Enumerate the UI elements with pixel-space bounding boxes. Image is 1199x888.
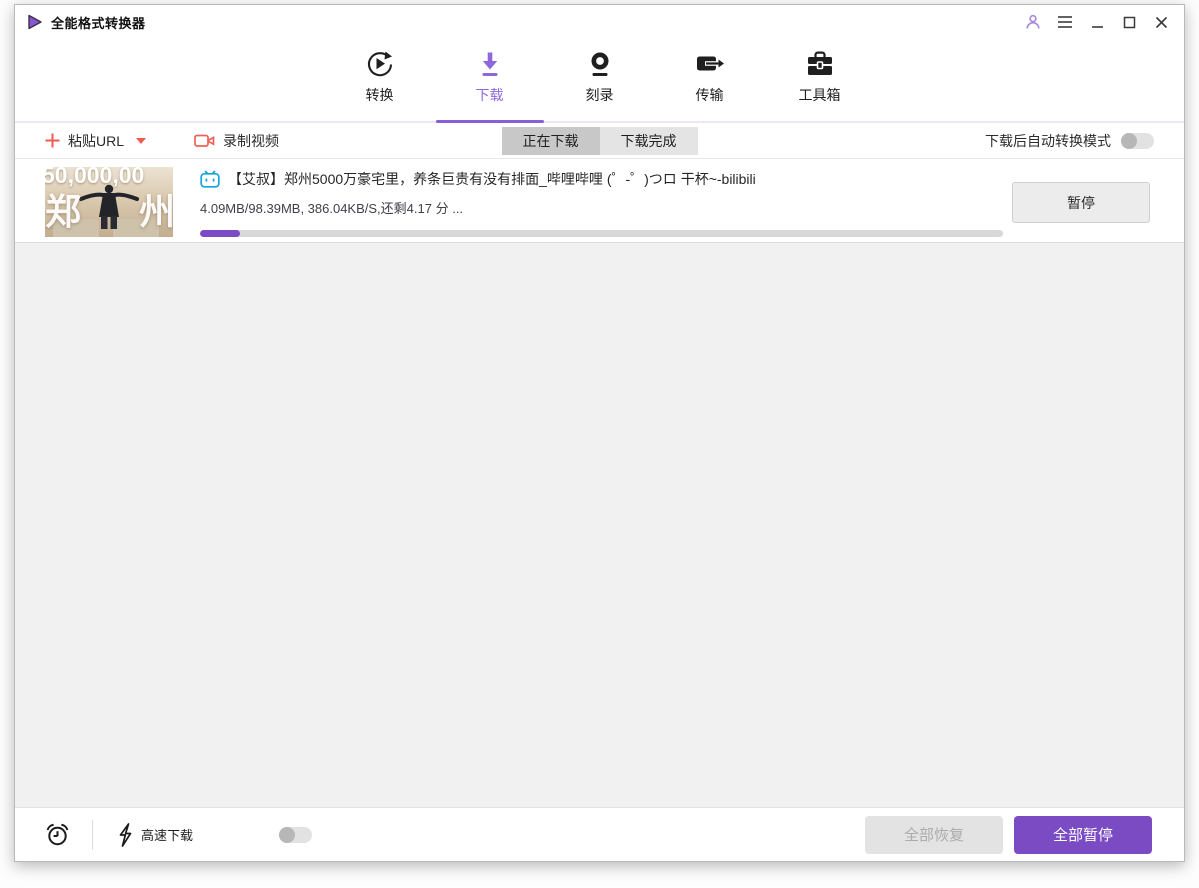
maximize-button[interactable]: [1118, 11, 1140, 33]
record-video-button[interactable]: 录制视频: [194, 131, 279, 151]
thumbnail-char-right: 州: [138, 191, 173, 232]
tab-label: 下载: [475, 87, 504, 103]
toggle-knob: [279, 826, 296, 843]
app-title: 全能格式转换器: [51, 15, 146, 31]
download-item: 50,000,00 郑 州 【艾叔】郑州5000万豪宅里，养条巨贵有没有排面_哔…: [15, 159, 1184, 243]
app-window: 全能格式转换器 转换 下载 刻录 传输 工具箱 粘贴URL 录制视频 正在下载 …: [14, 4, 1185, 862]
paste-url-button[interactable]: 粘贴URL: [45, 131, 147, 151]
schedule-alarm-icon[interactable]: [45, 822, 70, 848]
item-title: 【艾叔】郑州5000万豪宅里，养条巨贵有没有排面_哔哩哔哩 (゜-゜)つロ 干杯…: [228, 171, 756, 187]
video-camera-icon: [194, 132, 215, 149]
transfer-icon: [693, 47, 727, 81]
tab-label: 刻录: [585, 87, 614, 103]
toggle-knob: [1121, 132, 1137, 149]
tab-label: 转换: [365, 87, 394, 103]
high-speed-toggle[interactable]: [279, 826, 313, 843]
progress-bar-track: [200, 230, 1003, 237]
thumbnail-figure: [73, 183, 145, 234]
high-speed-section: 高速下载: [117, 822, 194, 847]
download-list: 50,000,00 郑 州 【艾叔】郑州5000万豪宅里，养条巨贵有没有排面_哔…: [15, 159, 1184, 243]
tab-transfer[interactable]: 传输: [655, 39, 765, 121]
pause-all-button[interactable]: 全部暂停: [1014, 815, 1152, 854]
tab-downloading[interactable]: 正在下载: [501, 127, 600, 155]
toolbar: 粘贴URL 录制视频 正在下载 下载完成 下载后自动转换模式: [15, 123, 1184, 159]
empty-list-area: [15, 243, 1184, 807]
paste-url-label: 粘贴URL: [68, 132, 125, 149]
record-video-label: 录制视频: [223, 132, 280, 149]
user-account-icon[interactable]: [1022, 11, 1044, 33]
download-item-info: 【艾叔】郑州5000万豪宅里，养条巨贵有没有排面_哔哩哔哩 (゜-゜)つロ 干杯…: [200, 167, 1003, 242]
item-title-row: 【艾叔】郑州5000万豪宅里，养条巨贵有没有排面_哔哩哔哩 (゜-゜)つロ 干杯…: [200, 169, 1003, 189]
main-nav: 转换 下载 刻录 传输 工具箱: [15, 39, 1184, 123]
tab-label: 传输: [695, 87, 724, 103]
caret-down-icon[interactable]: [136, 137, 147, 144]
video-thumbnail: 50,000,00 郑 州: [45, 167, 173, 237]
item-action: 暂停: [1003, 167, 1184, 242]
auto-convert-section: 下载后自动转换模式: [985, 131, 1154, 151]
download-icon: [474, 47, 506, 81]
bilibili-icon: [200, 170, 220, 188]
convert-icon: [364, 47, 396, 81]
tab-label: 工具箱: [798, 87, 841, 103]
app-logo-icon: [27, 14, 43, 30]
high-speed-label: 高速下载: [141, 828, 194, 843]
thumbnail-char-left: 郑: [45, 191, 82, 232]
tab-completed[interactable]: 下载完成: [599, 127, 698, 155]
menu-icon[interactable]: [1054, 11, 1076, 33]
tab-toolbox[interactable]: 工具箱: [765, 39, 875, 121]
tab-convert[interactable]: 转换: [325, 39, 435, 121]
tab-burn[interactable]: 刻录: [545, 39, 655, 121]
resume-all-button[interactable]: 全部恢复: [865, 815, 1003, 854]
auto-convert-label: 下载后自动转换模式: [985, 132, 1111, 149]
plus-icon: [45, 133, 60, 148]
progress-bar-fill: [200, 230, 241, 237]
toolbox-icon: [803, 47, 837, 81]
titlebar: 全能格式转换器: [15, 5, 1184, 39]
footer-divider: [92, 819, 93, 850]
auto-convert-toggle[interactable]: [1121, 132, 1154, 149]
pause-button[interactable]: 暂停: [1012, 182, 1150, 223]
lightning-bolt-icon: [117, 822, 133, 847]
burn-disc-icon: [584, 47, 616, 81]
close-button[interactable]: [1150, 11, 1172, 33]
download-filter-tabs: 正在下载 下载完成: [501, 127, 698, 155]
item-status-text: 4.09MB/98.39MB, 386.04KB/S,还剩4.17 分 ...: [200, 201, 464, 216]
minimize-button[interactable]: [1086, 11, 1108, 33]
tab-download[interactable]: 下载: [435, 39, 545, 123]
footer: 高速下载 全部恢复 全部暂停: [15, 807, 1184, 861]
